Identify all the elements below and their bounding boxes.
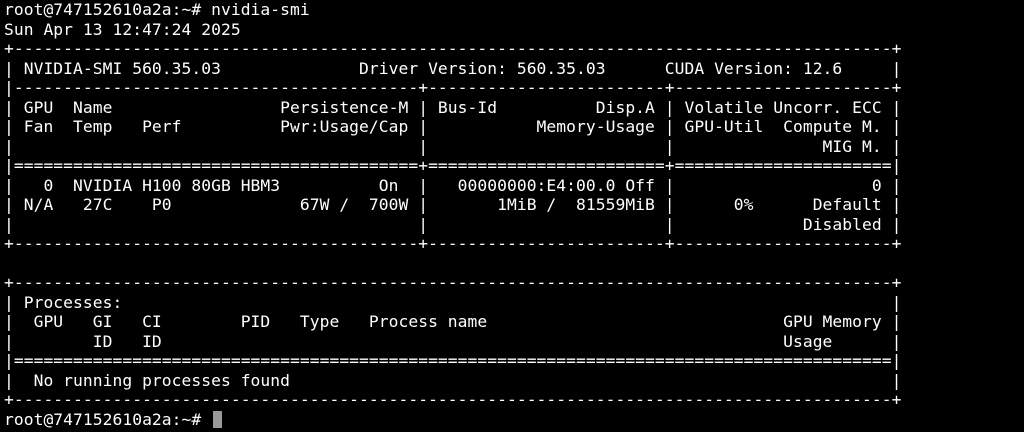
proc-table-double-separator: |=======================================…	[4, 351, 902, 370]
terminal-window[interactable]: root@747152610a2a:~# nvidia-smi Sun Apr …	[0, 0, 1024, 432]
command-text: nvidia-smi	[211, 0, 310, 19]
gpu-0-row3: | | | Disabled |	[4, 214, 902, 234]
gpu-table-column-headers-row3: | | | MIG M. |	[4, 136, 902, 156]
active-prompt-line[interactable]: root@747152610a2a:~#	[4, 410, 1024, 430]
gpu-0-row2: | N/A 27C P0 67W / 700W | 1MiB / 81559Mi…	[4, 195, 902, 214]
proc-table-border-bottom: +---------------------------------------…	[4, 390, 902, 409]
gpu-table-column-headers-row1: | GPU Name Persistence-M | Bus-Id Disp.A…	[4, 97, 902, 117]
gpu-table-border-bottom: +---------------------------------------…	[4, 234, 902, 253]
gpu-table-column-headers-row2: | Fan Temp Perf Pwr:Usage/Cap | Memory-U…	[4, 117, 902, 136]
text-cursor	[213, 410, 223, 428]
shell-prompt: root@747152610a2a:~#	[4, 409, 212, 429]
gpu-0-row1: | 0 NVIDIA H100 80GB HBM3 On | 00000000:…	[4, 175, 902, 195]
gpu-table-separator: |---------------------------------------…	[4, 78, 902, 97]
gpu-table-header: | NVIDIA-SMI 560.35.03 Driver Version: 5…	[4, 58, 902, 78]
shell-prompt: root@747152610a2a:~#	[4, 0, 212, 19]
proc-table-column-headers-row2: | ID ID Usage |	[4, 331, 902, 351]
command-line: root@747152610a2a:~# nvidia-smi	[4, 0, 1024, 20]
proc-table-border-top: +---------------------------------------…	[4, 273, 902, 292]
proc-table-column-headers-row1: | GPU GI CI PID Type Process name GPU Me…	[4, 312, 902, 331]
gpu-table-border-top: +---------------------------------------…	[4, 39, 902, 58]
timestamp: Sun Apr 13 12:47:24 2025	[4, 19, 241, 39]
gpu-table-double-separator: |=======================================…	[4, 156, 902, 175]
proc-table-message: | No running processes found |	[4, 370, 902, 390]
proc-table-title: | Processes: |	[4, 292, 902, 312]
